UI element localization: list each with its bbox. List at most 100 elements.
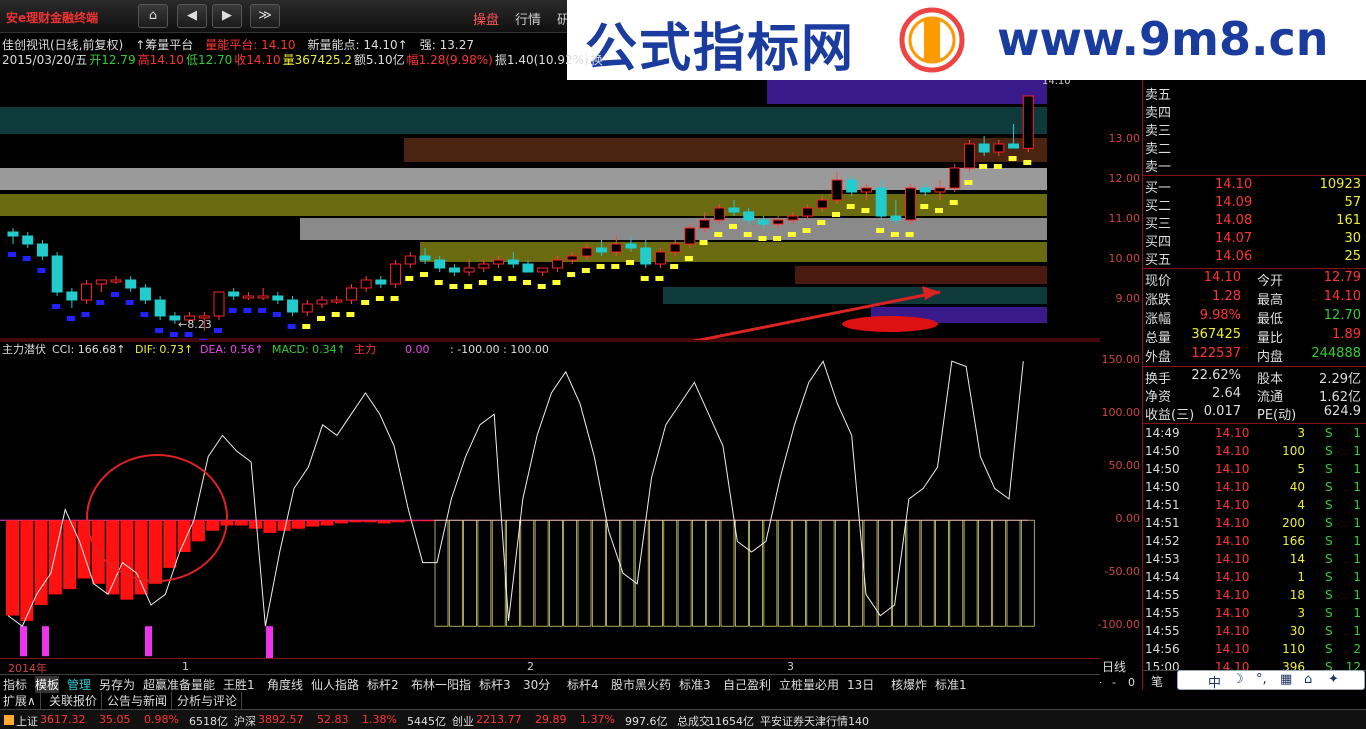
price-tick-label: 10.00 xyxy=(1108,252,1141,265)
histogram-bar xyxy=(1006,519,1021,627)
fin-value: 624.9 xyxy=(1323,404,1361,419)
buy-price: 14.10 xyxy=(1215,177,1253,192)
indicator-tab[interactable]: 核爆炸 xyxy=(891,676,927,693)
candle-body xyxy=(551,259,563,269)
indicator-tab[interactable]: 标杆2 xyxy=(367,676,399,693)
signal-mark xyxy=(993,164,1002,169)
signal-mark xyxy=(523,280,531,285)
indicator-tab[interactable]: 立桩量必用 xyxy=(779,676,839,693)
histogram-bar xyxy=(377,520,391,524)
menu-trade[interactable]: 操盘 xyxy=(473,9,499,28)
sub-tab[interactable]: 分析与评论 xyxy=(177,692,243,709)
indicator-tab[interactable]: 另存为 xyxy=(99,676,135,693)
tick-side: S xyxy=(1325,588,1333,602)
indicator-tab[interactable]: 模板 xyxy=(35,676,60,693)
candlestick-chart[interactable]: ←8.23 14.10 xyxy=(0,80,1100,340)
histogram-bar xyxy=(234,520,248,526)
buy-label: 买三 xyxy=(1145,217,1172,232)
expand-button[interactable]: ≫ xyxy=(250,4,280,28)
watermark-banner: 公式指标网 www.9m8.cn xyxy=(567,0,1366,80)
sub-tab[interactable]: 关联报价 xyxy=(49,692,103,709)
candle-body xyxy=(1008,143,1020,149)
candle-body xyxy=(463,267,475,273)
menu-market[interactable]: 行情 xyxy=(515,9,541,28)
candle-body xyxy=(419,255,431,261)
histogram-bar xyxy=(792,519,806,627)
home-button[interactable]: ⌂ xyxy=(138,4,168,28)
indicator-tab[interactable]: 13日 xyxy=(847,676,874,693)
candle-body xyxy=(905,187,917,221)
zone-band xyxy=(0,107,1047,134)
candle-body xyxy=(596,247,608,253)
candle-body xyxy=(360,279,372,289)
tick-row: 14:51 14.10 4 S 1 xyxy=(1145,498,1365,516)
fin-value: 22.62% xyxy=(1191,368,1241,383)
ime-tray: 中 ☽ °, ▦ ⌂ ✦ xyxy=(1177,670,1365,691)
candle-body xyxy=(478,263,490,269)
histogram-bar xyxy=(863,519,878,627)
histogram-bar xyxy=(577,519,592,627)
tick-price: 14.10 xyxy=(1215,606,1250,620)
histogram-bar xyxy=(249,520,263,529)
candle-body xyxy=(95,279,107,285)
sub-tab[interactable]: 扩展∧ xyxy=(3,692,41,709)
back-button[interactable]: ◀ xyxy=(177,4,207,28)
buy-price: 14.06 xyxy=(1215,249,1253,264)
zoom-reset-button[interactable]: 0 xyxy=(1128,676,1135,689)
indicator-tab[interactable]: 标准1 xyxy=(935,676,967,693)
tick-row: 14:49 14.10 3 S 1 xyxy=(1145,426,1365,444)
candle-body xyxy=(978,143,990,153)
signal-mark xyxy=(817,220,826,225)
candle-body xyxy=(125,279,137,289)
tick-time: 14:55 xyxy=(1145,588,1180,602)
signal-mark xyxy=(184,332,193,337)
indicator-tab[interactable]: 布林一阳指 xyxy=(411,676,471,693)
indicator-tab[interactable]: 股市黑火药 xyxy=(611,676,671,693)
histogram-bar xyxy=(292,520,305,529)
histogram-bar xyxy=(392,520,406,523)
sell-label: 卖一 xyxy=(1145,160,1172,175)
candle-body xyxy=(802,207,814,217)
indicator-tab[interactable]: 自己盈利 xyxy=(723,676,771,693)
candle-body xyxy=(846,179,858,193)
candle-body xyxy=(22,235,34,245)
divider xyxy=(1143,366,1366,367)
indicator-tab[interactable]: 角度线 xyxy=(267,676,303,693)
signal-mark xyxy=(1023,160,1032,165)
zoom-out-button[interactable]: - xyxy=(1112,676,1116,689)
tick-price: 14.10 xyxy=(1215,570,1250,584)
stat-value: 12.79 xyxy=(1323,270,1361,285)
histogram-bar xyxy=(978,519,992,627)
indicator-tab[interactable]: 标准3 xyxy=(679,676,711,693)
indicator-tab[interactable]: 标杆3 xyxy=(479,676,511,693)
histogram-bar xyxy=(206,520,220,531)
indicator-tab[interactable]: 指标 xyxy=(3,676,27,693)
histogram-bar xyxy=(692,519,706,627)
indicator-tab[interactable]: 管理 xyxy=(67,676,91,693)
indicator-chart[interactable]: 主力潜伏 CCI: 166.68↑ DIF: 0.73↑ DEA: 0.56↑ MACD… xyxy=(0,340,1100,658)
indicator-tab[interactable]: 30分 xyxy=(523,676,550,693)
candle-body xyxy=(228,291,240,297)
indicator-tab[interactable]: 标杆4 xyxy=(567,676,599,693)
indicator-tab[interactable]: 超赢准备量能 xyxy=(143,676,215,693)
histogram-bar xyxy=(749,519,763,627)
candle-body xyxy=(743,211,755,221)
signal-mark xyxy=(420,272,428,277)
fin-label: 换手 xyxy=(1145,372,1172,387)
header-field: 2015/03/20/五 xyxy=(2,53,88,67)
signal-mark xyxy=(81,312,90,317)
fin-value: 2.29亿 xyxy=(1319,372,1361,387)
indicator-tabs: 指标 模板 管理 另存为 超赢准备量能 王胜1 角度线 仙人指路 标杆2 布林一阳指 标杆3 30分标… xyxy=(0,674,1100,693)
histogram-bar xyxy=(649,519,663,627)
indicator-tab[interactable]: 仙人指路 xyxy=(311,676,359,693)
sub-tab[interactable]: 公告与新闻 xyxy=(107,692,173,709)
buy-row: 买四 14.07 30 xyxy=(1145,231,1365,250)
fin-row: 净资 2.64 流通 1.62亿 xyxy=(1145,386,1365,405)
indicator-tab[interactable]: 王胜1 xyxy=(223,676,255,693)
signal-mark xyxy=(331,312,340,317)
candle-body xyxy=(1022,95,1034,149)
status-item: 997.6亿 xyxy=(625,715,668,728)
buy-row: 买三 14.08 161 xyxy=(1145,213,1365,232)
candle-body xyxy=(537,267,549,273)
forward-button[interactable]: ▶ xyxy=(212,4,242,28)
